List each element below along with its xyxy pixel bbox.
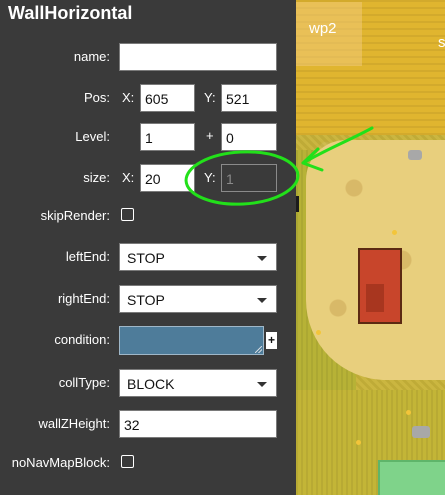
condition-textarea[interactable] — [119, 326, 264, 355]
green-block-object[interactable] — [378, 460, 445, 495]
chevron-down-icon — [257, 298, 267, 303]
pos-x-input[interactable]: 605 — [140, 84, 195, 112]
panel-title: WallHorizontal — [8, 3, 133, 23]
level-plus-label: + — [206, 128, 214, 143]
map-viewport[interactable]: wp2 s — [296, 0, 445, 495]
size-x-input[interactable]: 20 — [140, 164, 195, 192]
pos-x-label: X: — [122, 90, 135, 105]
flower-decoration — [406, 410, 411, 415]
name-input[interactable] — [119, 43, 277, 71]
wall-marker[interactable] — [296, 196, 299, 212]
stone-decoration — [412, 426, 430, 438]
coll-type-select[interactable]: BLOCK — [119, 369, 277, 397]
pos-y-input[interactable]: 521 — [221, 84, 277, 112]
condition-label: condition: — [54, 332, 110, 347]
wall-z-height-input[interactable]: 32 — [119, 410, 277, 438]
size-y-input: 1 — [221, 164, 277, 192]
flower-decoration — [356, 440, 361, 445]
stone-decoration — [408, 150, 422, 160]
flower-decoration — [392, 230, 397, 235]
left-end-value: STOP — [127, 250, 165, 266]
no-nav-map-block-label: noNavMapBlock: — [11, 455, 110, 470]
coll-type-label: collType: — [58, 375, 110, 390]
chevron-down-icon — [257, 382, 267, 387]
wall-z-height-label: wallZHeight: — [38, 416, 110, 431]
right-end-select[interactable]: STOP — [119, 285, 277, 313]
flower-decoration — [316, 330, 321, 335]
skip-render-label: skipRender: — [40, 208, 110, 223]
skip-render-checkbox[interactable] — [121, 208, 134, 221]
size-x-label: X: — [122, 170, 135, 185]
pos-label: Pos: — [83, 90, 110, 105]
resize-grip-icon[interactable] — [255, 346, 262, 353]
pos-y-label: Y: — [204, 90, 216, 105]
coll-type-value: BLOCK — [127, 376, 175, 392]
level-label: Level: — [75, 129, 110, 144]
chevron-down-icon — [257, 256, 267, 261]
map-edge-label: s — [438, 34, 445, 51]
size-y-label: Y: — [204, 170, 216, 185]
waypoint-label: wp2 — [309, 20, 337, 37]
door-object[interactable] — [358, 248, 402, 324]
level-offset-input[interactable]: 0 — [221, 123, 277, 151]
level-input[interactable]: 1 — [140, 123, 195, 151]
name-label: name: — [73, 49, 110, 64]
right-end-value: STOP — [127, 292, 165, 308]
left-end-select[interactable]: STOP — [119, 243, 277, 271]
size-label: size: — [83, 170, 110, 185]
condition-add-button[interactable]: + — [266, 332, 277, 349]
no-nav-map-block-checkbox[interactable] — [121, 455, 134, 468]
property-panel: WallHorizontal name: Pos: X: 605 Y: 521 … — [0, 0, 296, 495]
left-end-label: leftEnd: — [65, 249, 110, 264]
right-end-label: rightEnd: — [57, 291, 110, 306]
